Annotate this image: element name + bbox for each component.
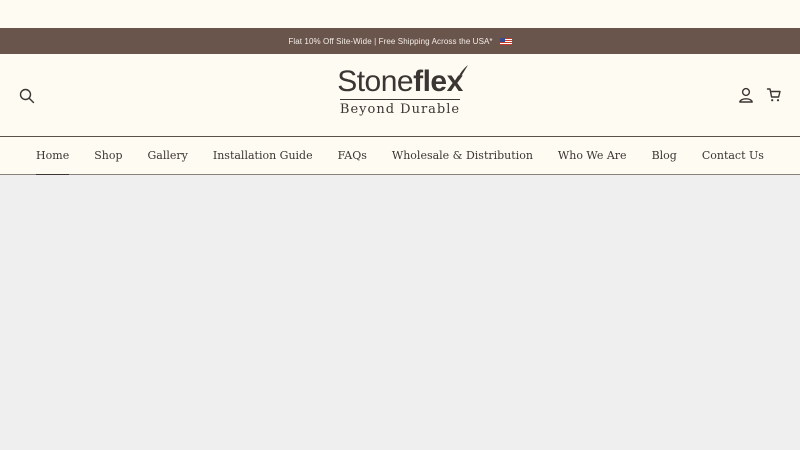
- nav-item-who-we-are[interactable]: Who We Are: [545, 137, 639, 174]
- nav-item-blog[interactable]: Blog: [639, 137, 689, 174]
- leaf-icon: [456, 65, 468, 81]
- main-navigation: Home Shop Gallery Installation Guide FAQ…: [0, 137, 800, 175]
- announcement-bar: Flat 10% Off Site-Wide | Free Shipping A…: [0, 28, 800, 54]
- logo-divider: [340, 99, 460, 100]
- nav-item-label: FAQs: [337, 149, 367, 162]
- nav-item-label: Gallery: [147, 149, 188, 162]
- logo-tagline: Beyond Durable: [339, 102, 461, 117]
- announcement-text: Flat 10% Off Site-Wide | Free Shipping A…: [288, 36, 493, 46]
- nav-item-shop[interactable]: Shop: [82, 137, 135, 174]
- nav-item-label: Contact Us: [701, 149, 764, 162]
- stoneflex-logo[interactable]: Stoneflex Beyond Durable: [335, 65, 468, 117]
- us-flag-icon: [499, 37, 512, 45]
- nav-item-label: Shop: [94, 149, 123, 162]
- account-icon: [739, 87, 753, 103]
- nav-item-contact-us[interactable]: Contact Us: [689, 137, 776, 174]
- hero-placeholder: [0, 175, 800, 450]
- logo-word-regular: Stone: [337, 65, 414, 98]
- site-header: Stoneflex Beyond Durable: [0, 54, 800, 137]
- nav-item-label: Home: [36, 149, 70, 162]
- nav-item-gallery[interactable]: Gallery: [135, 137, 200, 174]
- cart-icon: [766, 88, 781, 102]
- search-button[interactable]: [19, 88, 35, 104]
- logo-wordmark: Stoneflex: [337, 65, 468, 98]
- nav-item-label: Blog: [651, 149, 677, 162]
- nav-item-wholesale-distribution[interactable]: Wholesale & Distribution: [379, 137, 545, 174]
- nav-item-home[interactable]: Home: [24, 137, 82, 175]
- search-icon: [19, 88, 35, 104]
- nav-item-label: Wholesale & Distribution: [391, 149, 533, 162]
- nav-item-installation-guide[interactable]: Installation Guide: [200, 137, 325, 174]
- nav-item-faqs[interactable]: FAQs: [325, 137, 379, 174]
- nav-item-label: Who We Are: [557, 149, 627, 162]
- account-button[interactable]: [738, 87, 754, 103]
- nav-item-label: Installation Guide: [212, 149, 313, 162]
- top-spacer: [0, 0, 800, 28]
- cart-button[interactable]: [766, 87, 782, 103]
